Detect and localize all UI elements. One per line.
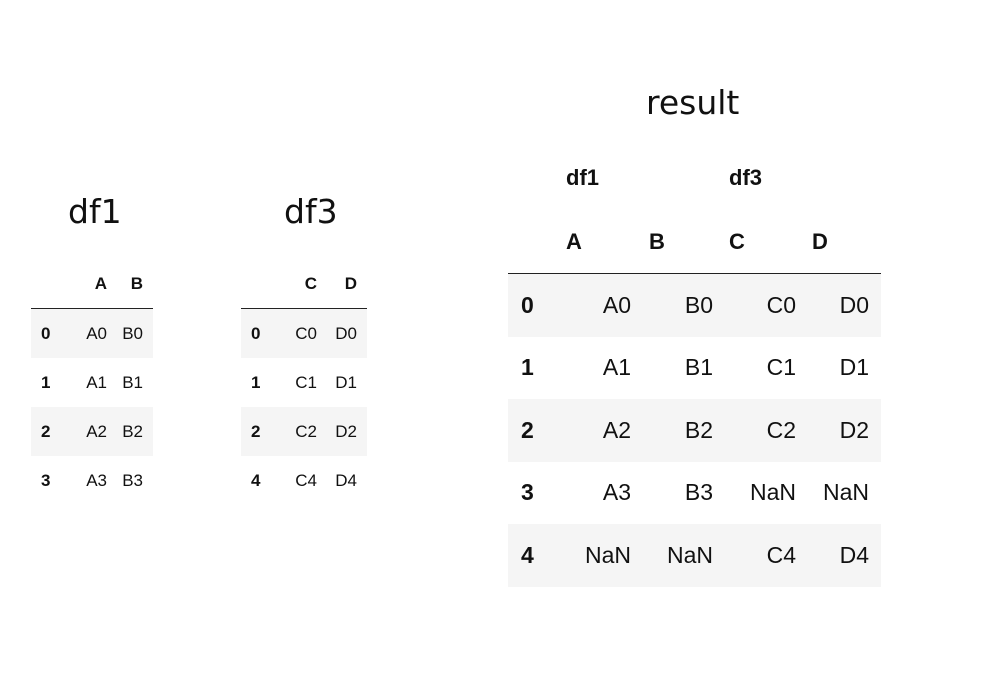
table-row: 1 A1 B1 — [31, 358, 153, 407]
table-cell: D1 — [335, 372, 357, 392]
table-cell: A1 — [86, 372, 107, 392]
df3-col-header: C — [277, 260, 317, 309]
result-col-header: D — [806, 211, 881, 274]
table-row: 4 NaN NaN C4 D4 — [508, 524, 881, 587]
table-cell: B3 — [122, 470, 143, 490]
row-index: 3 — [41, 470, 51, 490]
row-index: 0 — [251, 323, 261, 343]
table-cell: C1 — [295, 372, 317, 392]
result-col-header-row: A B C D — [508, 211, 881, 274]
group-header-df1: df1 — [566, 165, 599, 190]
table-cell: D4 — [335, 470, 357, 490]
result-table: df1 df3 A B C D 0 A0 B0 C0 D0 1 A1 B1 C1… — [508, 145, 881, 587]
row-index: 2 — [41, 421, 51, 441]
table-cell: C4 — [766, 541, 796, 568]
df3-col-header: D — [317, 260, 367, 309]
table-row: 1 A1 B1 C1 D1 — [508, 337, 881, 400]
table-row: 2 C2 D2 — [241, 407, 367, 456]
table-cell: D4 — [839, 541, 869, 568]
table-cell: D1 — [839, 354, 869, 381]
df1-table: A B 0 A0 B0 1 A1 B1 2 A2 B2 3 A3 B3 — [31, 260, 153, 505]
row-index: 3 — [521, 479, 534, 506]
table-cell: B2 — [684, 416, 713, 443]
table-cell: NaN — [666, 541, 713, 568]
df1-header-row: A B — [31, 260, 153, 309]
table-cell: C2 — [766, 416, 796, 443]
table-row: 0 C0 D0 — [241, 308, 367, 358]
df1-col-header: A — [67, 260, 107, 309]
table-cell: D0 — [839, 291, 869, 318]
group-header-df3: df3 — [729, 165, 762, 190]
table-row: 0 A0 B0 C0 D0 — [508, 273, 881, 337]
table-cell: NaN — [822, 479, 869, 506]
table-cell: C4 — [295, 470, 317, 490]
table-cell: B1 — [684, 354, 713, 381]
table-cell: A1 — [602, 354, 631, 381]
df1-index-header — [31, 260, 67, 309]
table-cell: B2 — [122, 421, 143, 441]
row-index: 2 — [521, 416, 534, 443]
table-cell: A3 — [602, 479, 631, 506]
df3-table: C D 0 C0 D0 1 C1 D1 2 C2 D2 4 C4 D4 — [241, 260, 367, 505]
row-index: 1 — [251, 372, 261, 392]
table-cell: NaN — [749, 479, 796, 506]
table-cell: A2 — [86, 421, 107, 441]
table-cell: A2 — [602, 416, 631, 443]
table-cell: A3 — [86, 470, 107, 490]
table-cell: C0 — [295, 323, 317, 343]
table-cell: A0 — [602, 291, 631, 318]
table-row: 4 C4 D4 — [241, 456, 367, 505]
table-row: 1 C1 D1 — [241, 358, 367, 407]
table-row: 0 A0 B0 — [31, 308, 153, 358]
table-cell: C2 — [295, 421, 317, 441]
table-cell: D0 — [335, 323, 357, 343]
result-index-header — [508, 145, 558, 211]
table-cell: C0 — [766, 291, 796, 318]
result-group-header-row: df1 df3 — [508, 145, 881, 211]
df3-index-header — [241, 260, 277, 309]
table-row: 3 A3 B3 NaN NaN — [508, 462, 881, 525]
result-col-header: C — [723, 211, 806, 274]
result-col-header: B — [641, 211, 723, 274]
table-cell: NaN — [584, 541, 631, 568]
row-index: 2 — [251, 421, 261, 441]
table-cell: B3 — [684, 479, 713, 506]
df1-title: df1 — [68, 192, 122, 231]
table-cell: B0 — [122, 323, 143, 343]
table-row: 3 A3 B3 — [31, 456, 153, 505]
table-cell: B1 — [122, 372, 143, 392]
df1-col-header: B — [107, 260, 153, 309]
table-cell: D2 — [335, 421, 357, 441]
table-row: 2 A2 B2 — [31, 407, 153, 456]
result-index-header — [508, 211, 558, 274]
table-row: 2 A2 B2 C2 D2 — [508, 399, 881, 462]
table-cell: B0 — [684, 291, 713, 318]
result-col-header: A — [558, 211, 641, 274]
row-index: 0 — [521, 291, 534, 318]
row-index: 4 — [521, 541, 534, 568]
df3-header-row: C D — [241, 260, 367, 309]
row-index: 1 — [521, 354, 534, 381]
row-index: 1 — [41, 372, 51, 392]
table-cell: A0 — [86, 323, 107, 343]
result-title: result — [646, 83, 740, 122]
table-cell: C1 — [766, 354, 796, 381]
row-index: 0 — [41, 323, 51, 343]
df3-title: df3 — [284, 192, 338, 231]
row-index: 4 — [251, 470, 261, 490]
table-cell: D2 — [839, 416, 869, 443]
